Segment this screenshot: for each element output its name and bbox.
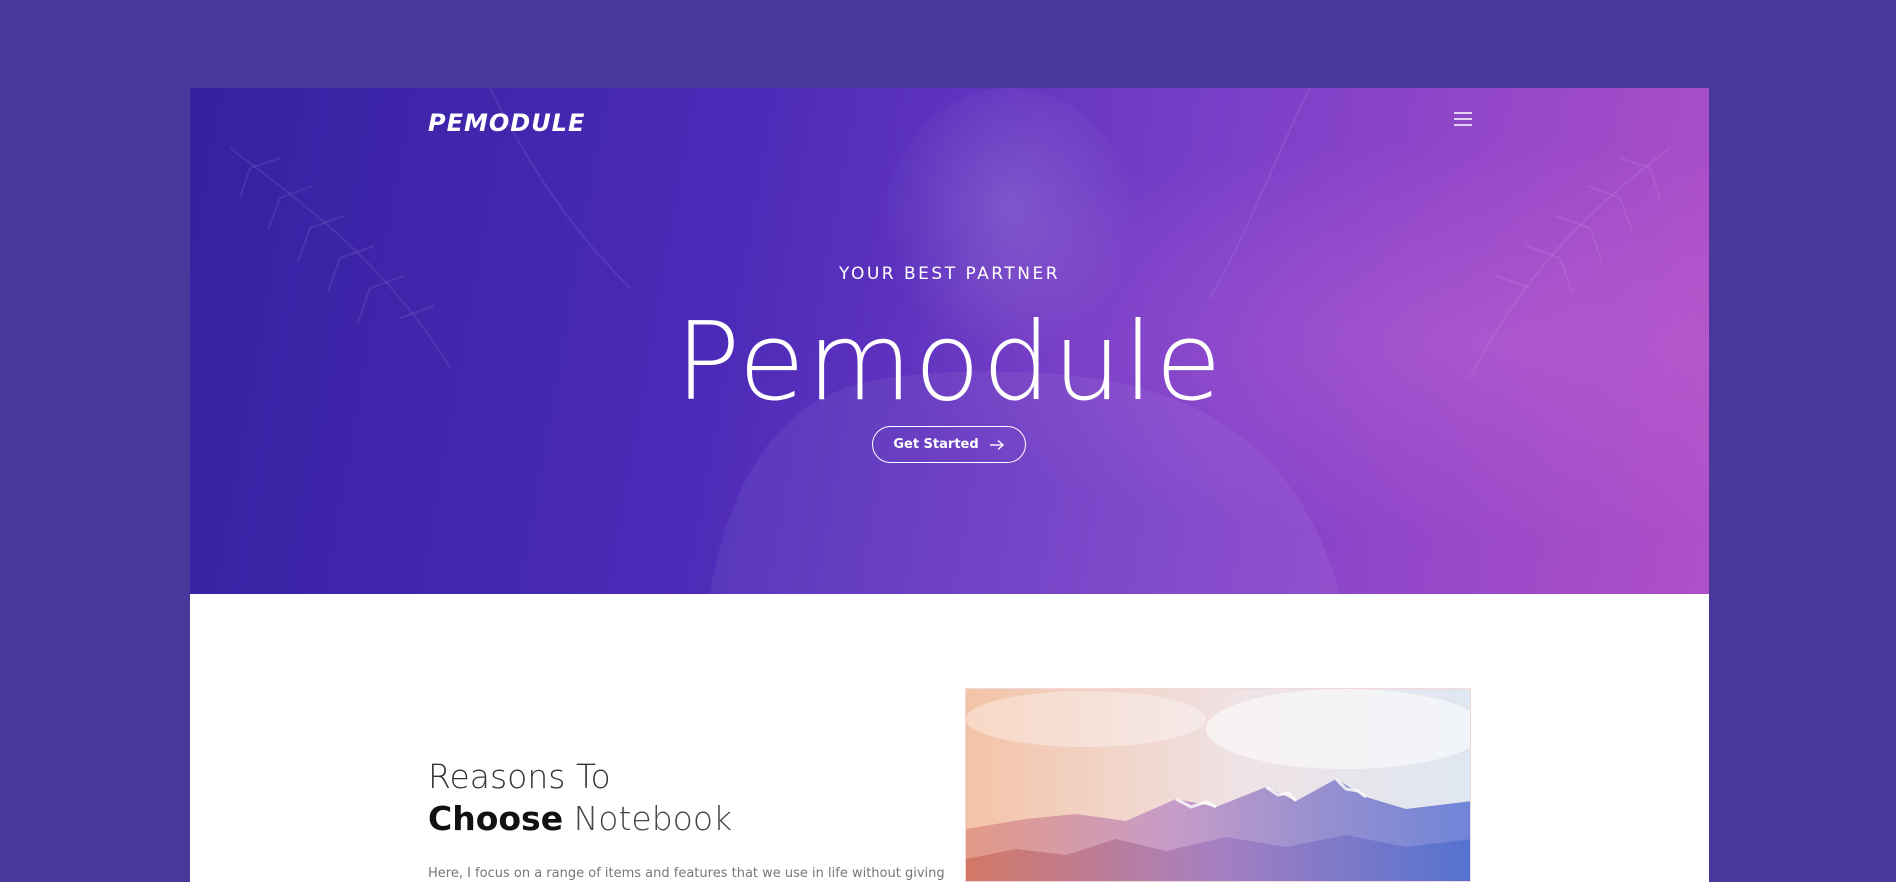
hamburger-menu-button[interactable] bbox=[1448, 104, 1478, 134]
brand-logo[interactable]: PEMODULE bbox=[428, 108, 585, 138]
section-heading-strong: Choose bbox=[428, 799, 564, 838]
section-heading-light: Notebook bbox=[573, 799, 733, 838]
mountain-illustration bbox=[966, 689, 1470, 881]
get-started-button[interactable]: Get Started bbox=[872, 426, 1026, 463]
page-frame: PEMODULE YOUR BEST PARTNER Pemodule Get … bbox=[190, 88, 1709, 882]
mountain-image bbox=[965, 688, 1471, 882]
hamburger-icon bbox=[1454, 112, 1472, 126]
section-heading: Reasons To Choose Notebook bbox=[428, 756, 948, 840]
section-heading-line2: Choose Notebook bbox=[428, 798, 948, 840]
section-body-text: Here, I focus on a range of items and fe… bbox=[428, 866, 945, 881]
hero-title: Pemodule bbox=[675, 300, 1224, 425]
section-heading-line1: Reasons To bbox=[428, 757, 611, 796]
hero-section: PEMODULE YOUR BEST PARTNER Pemodule Get … bbox=[190, 88, 1709, 594]
hero-eyebrow: YOUR BEST PARTNER bbox=[839, 264, 1060, 284]
arrow-right-icon bbox=[989, 439, 1004, 450]
get-started-label: Get Started bbox=[893, 437, 979, 452]
